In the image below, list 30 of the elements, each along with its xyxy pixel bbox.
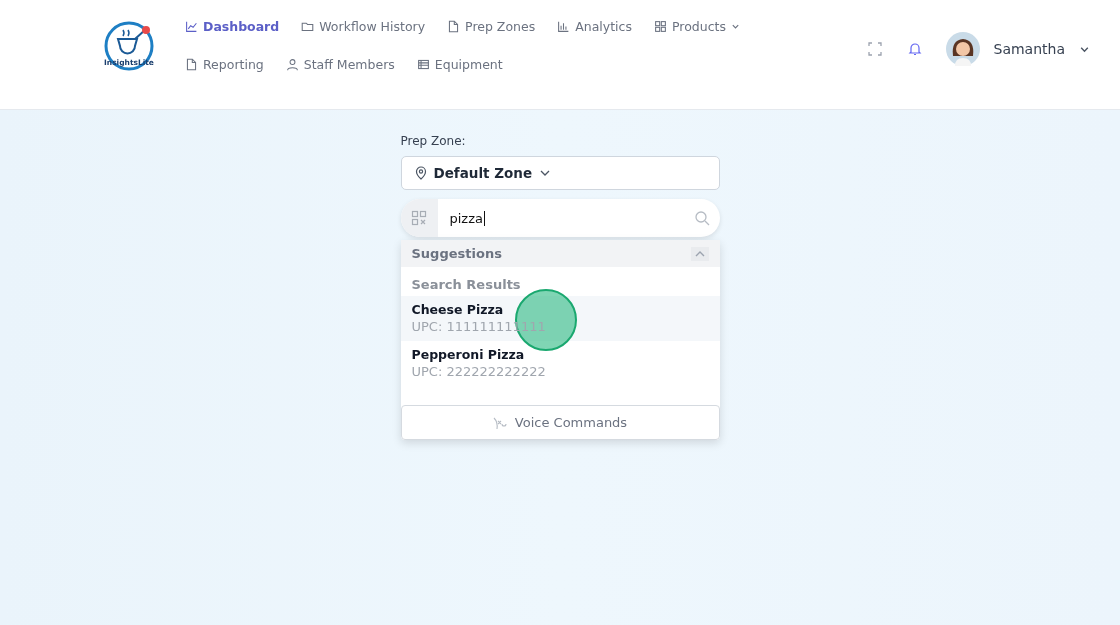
search-icon[interactable] <box>693 210 710 226</box>
location-pin-icon <box>413 166 428 180</box>
bell-icon[interactable] <box>907 42 922 56</box>
file-icon <box>185 57 198 71</box>
nav-link[interactable]: Workflow History <box>301 12 426 40</box>
voice-icon <box>492 415 507 430</box>
user-name[interactable]: Samantha <box>993 41 1065 57</box>
nav-link[interactable]: Reporting <box>185 50 264 78</box>
result-item[interactable]: Pepperoni Pizza UPC: 222222222222 <box>400 341 720 386</box>
nav-link[interactable]: Dashboard <box>185 12 280 40</box>
bar-chart-icon <box>557 19 571 33</box>
nav-link[interactable]: Analytics <box>557 12 632 40</box>
nav-link[interactable]: Staff Members <box>285 50 395 78</box>
fullscreen-icon[interactable] <box>867 42 882 56</box>
suggestions-title: Suggestions <box>411 246 502 261</box>
nav-link[interactable]: Products <box>653 12 740 40</box>
voice-commands-button[interactable]: Voice Commands <box>400 405 720 440</box>
file-icon <box>447 19 461 33</box>
zone-select[interactable]: Default Zone <box>400 156 720 190</box>
qr-code-icon[interactable] <box>411 210 427 226</box>
chevron-icon[interactable] <box>690 246 709 261</box>
chart-icon <box>185 19 198 33</box>
user-icon <box>285 57 299 71</box>
field-label: Prep Zone: <box>400 134 466 148</box>
nav-link[interactable]: Prep Zones <box>447 12 536 40</box>
avatar[interactable] <box>945 32 980 66</box>
table-icon <box>416 57 430 71</box>
section-heading: Search Results <box>410 276 522 294</box>
nav-link[interactable]: Equipment <box>416 50 503 78</box>
grid-icon <box>653 19 667 33</box>
